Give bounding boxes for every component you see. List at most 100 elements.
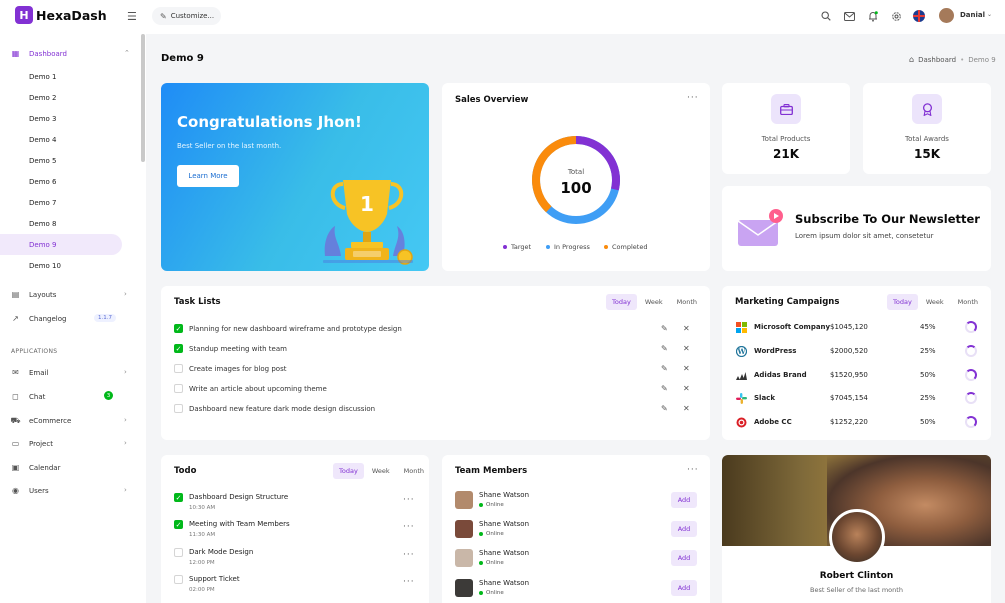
sidebar-item-demo-6[interactable]: Demo 6 bbox=[29, 178, 56, 186]
sidebar-item-label: Project bbox=[29, 439, 53, 448]
user-name[interactable]: Danial bbox=[960, 11, 985, 19]
sidebar-item-demo-4[interactable]: Demo 4 bbox=[29, 136, 56, 144]
edit-icon[interactable]: ✎ bbox=[661, 344, 668, 353]
close-icon[interactable]: ✕ bbox=[683, 364, 690, 373]
add-member-button[interactable]: Add bbox=[671, 492, 697, 508]
add-member-button[interactable]: Add bbox=[671, 521, 697, 537]
chevron-right-icon[interactable]: › bbox=[124, 290, 127, 298]
add-member-button[interactable]: Add bbox=[671, 550, 697, 566]
home-icon[interactable]: ⌂ bbox=[909, 55, 914, 64]
sidebar-item-layouts[interactable]: ▤ Layouts bbox=[0, 290, 57, 299]
tab-today[interactable]: Today bbox=[606, 294, 637, 310]
sidebar-item-demo-5[interactable]: Demo 5 bbox=[29, 157, 56, 165]
card-title: Task Lists bbox=[174, 297, 221, 307]
sidebar-item-changelog[interactable]: ↗ Changelog bbox=[0, 314, 66, 323]
sidebar-item-calendar[interactable]: ▣ Calendar bbox=[0, 463, 61, 472]
profile-avatar[interactable] bbox=[829, 509, 885, 565]
tab-month[interactable]: Month bbox=[952, 294, 984, 310]
sidebar-item-email[interactable]: ✉ Email bbox=[0, 368, 48, 377]
logo[interactable]: H HexaDash bbox=[15, 6, 107, 24]
edit-icon[interactable]: ✎ bbox=[661, 404, 668, 413]
menu-toggle-icon[interactable]: ☰ bbox=[127, 10, 137, 23]
edit-icon[interactable]: ✎ bbox=[661, 364, 668, 373]
task-item: ✓ Standup meeting with team bbox=[174, 344, 287, 353]
sidebar-item-dashboard[interactable]: ▦ Dashboard bbox=[0, 49, 67, 58]
tab-week[interactable]: Week bbox=[639, 294, 669, 310]
banner-subtitle: Best Seller on the last month. bbox=[177, 142, 282, 150]
online-dot bbox=[479, 503, 483, 507]
avatar[interactable] bbox=[939, 8, 954, 23]
task-item: Write an article about upcoming theme bbox=[174, 384, 327, 393]
add-member-button[interactable]: Add bbox=[671, 580, 697, 596]
chevron-right-icon[interactable]: › bbox=[124, 416, 127, 424]
chevron-up-icon[interactable]: ⌃ bbox=[124, 49, 130, 57]
sidebar-item-demo-8[interactable]: Demo 8 bbox=[29, 220, 56, 228]
tab-today[interactable]: Today bbox=[887, 294, 918, 310]
todo-checkbox[interactable] bbox=[174, 548, 183, 557]
trophy-illustration: 1 bbox=[323, 180, 413, 265]
sidebar-item-chat[interactable]: ◻ Chat bbox=[0, 392, 45, 401]
legend-item-completed: Completed bbox=[604, 243, 647, 251]
task-checkbox[interactable] bbox=[174, 404, 183, 413]
more-options-icon[interactable]: ··· bbox=[403, 577, 415, 587]
tab-week[interactable]: Week bbox=[366, 463, 396, 479]
breadcrumb-home[interactable]: Dashboard bbox=[918, 56, 956, 64]
edit-icon[interactable]: ✎ bbox=[661, 384, 668, 393]
more-options-icon[interactable]: ··· bbox=[403, 522, 415, 532]
more-options-icon[interactable]: ··· bbox=[403, 495, 415, 505]
campaign-amount: $2000,520 bbox=[830, 347, 868, 355]
close-icon[interactable]: ✕ bbox=[683, 404, 690, 413]
newsletter-card[interactable]: Subscribe To Our Newsletter Lorem ipsum … bbox=[722, 186, 991, 271]
task-checkbox[interactable]: ✓ bbox=[174, 344, 183, 353]
edit-icon[interactable]: ✎ bbox=[661, 324, 668, 333]
task-item: Dashboard new feature dark mode design d… bbox=[174, 404, 375, 413]
tab-week[interactable]: Week bbox=[920, 294, 950, 310]
close-icon[interactable]: ✕ bbox=[683, 344, 690, 353]
tab-month[interactable]: Month bbox=[398, 463, 430, 479]
close-icon[interactable]: ✕ bbox=[683, 324, 690, 333]
sidebar-item-users[interactable]: ◉ Users bbox=[0, 486, 49, 495]
member-name: Shane Watson bbox=[479, 579, 530, 587]
briefcase-icon bbox=[771, 94, 801, 124]
todo-checkbox[interactable] bbox=[174, 575, 183, 584]
campaign-row: Microsoft Company bbox=[735, 321, 830, 333]
chevron-right-icon[interactable]: › bbox=[124, 368, 127, 376]
todo-checkbox[interactable]: ✓ bbox=[174, 493, 183, 502]
marketing-tabs: Today Week Month bbox=[885, 294, 984, 310]
more-options-icon[interactable]: ··· bbox=[687, 465, 699, 475]
mail-icon[interactable] bbox=[843, 10, 855, 22]
chevron-down-icon[interactable]: ⌄ bbox=[987, 11, 992, 18]
sidebar-item-project[interactable]: ▭ Project bbox=[0, 439, 53, 448]
chevron-right-icon[interactable]: › bbox=[124, 486, 127, 494]
sidebar-item-demo-2[interactable]: Demo 2 bbox=[29, 94, 56, 102]
legend-label: In Progress bbox=[554, 243, 590, 251]
todo-checkbox[interactable]: ✓ bbox=[174, 520, 183, 529]
sidebar-item-demo-1[interactable]: Demo 1 bbox=[29, 73, 56, 81]
customize-button[interactable]: ✎ Customize... bbox=[152, 7, 221, 25]
chevron-right-icon[interactable]: › bbox=[124, 439, 127, 447]
task-checkbox[interactable] bbox=[174, 384, 183, 393]
task-checkbox[interactable]: ✓ bbox=[174, 324, 183, 333]
sidebar-item-demo-10[interactable]: Demo 10 bbox=[29, 262, 61, 270]
search-icon[interactable] bbox=[820, 10, 832, 22]
adidas-icon bbox=[735, 369, 747, 381]
close-icon[interactable]: ✕ bbox=[683, 384, 690, 393]
settings-icon[interactable] bbox=[890, 10, 902, 22]
campaign-row: Adobe CC bbox=[735, 416, 792, 428]
avatar bbox=[455, 491, 473, 509]
sidebar-item-ecommerce[interactable]: ⛟ eCommerce bbox=[0, 416, 71, 425]
sidebar-item-demo-9[interactable]: Demo 9 bbox=[29, 241, 56, 249]
more-options-icon[interactable]: ··· bbox=[403, 550, 415, 560]
task-checkbox[interactable] bbox=[174, 364, 183, 373]
flag-uk-icon[interactable] bbox=[913, 10, 925, 22]
sidebar-item-demo-3[interactable]: Demo 3 bbox=[29, 115, 56, 123]
bell-icon[interactable] bbox=[867, 10, 879, 22]
tab-month[interactable]: Month bbox=[671, 294, 703, 310]
todo-time: 12:00 PM bbox=[189, 560, 215, 566]
task-item: ✓ Planning for new dashboard wireframe a… bbox=[174, 324, 402, 333]
sidebar-scrollbar[interactable] bbox=[141, 34, 145, 162]
learn-more-button[interactable]: Learn More bbox=[177, 165, 239, 187]
more-options-icon[interactable]: ··· bbox=[687, 93, 699, 103]
sidebar-item-demo-7[interactable]: Demo 7 bbox=[29, 199, 56, 207]
tab-today[interactable]: Today bbox=[333, 463, 364, 479]
